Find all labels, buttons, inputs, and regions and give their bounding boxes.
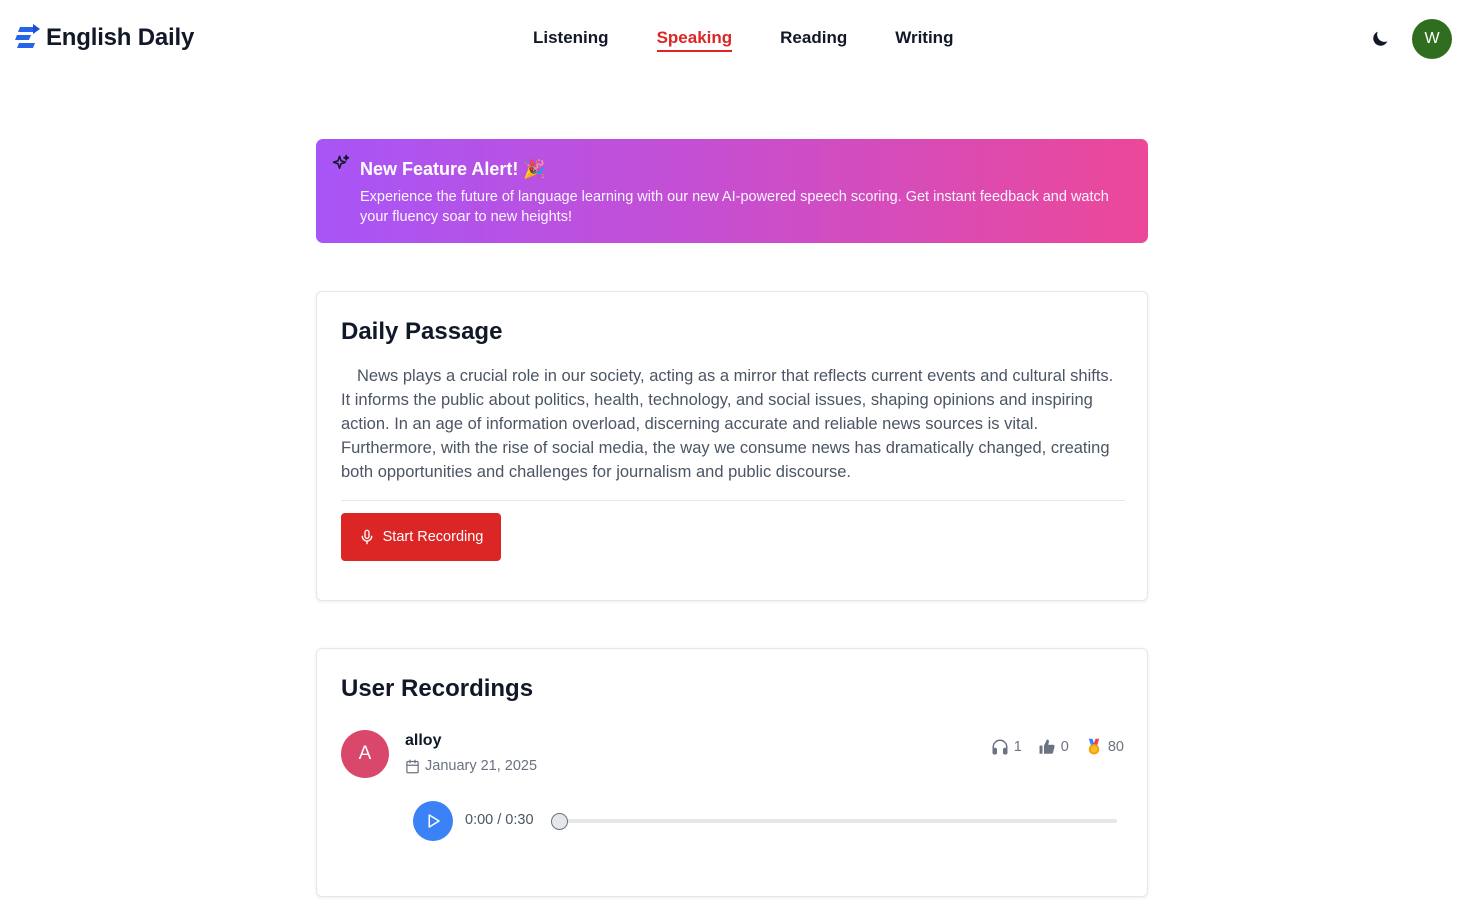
passage-title: Daily Passage [341,318,503,345]
divider [341,500,1125,501]
headphones-icon [992,739,1008,755]
feature-alert-banner: New Feature Alert! 🎉 Experience the futu… [316,139,1148,243]
user-avatar-initial: W [1424,30,1440,47]
start-recording-button[interactable]: Start Recording [341,513,501,561]
brand[interactable]: English Daily [14,24,194,52]
moon-icon[interactable] [1369,28,1391,50]
calendar-icon [406,759,419,773]
medal-icon [1088,738,1100,755]
audio-player: 0:00 / 0:30 [413,801,1125,841]
seek-slider[interactable] [551,813,1117,830]
thumbs-up-icon[interactable] [1038,738,1056,756]
sparkles-icon [332,154,350,169]
passage-text: News plays a crucial role in our society… [341,367,1114,481]
playback-time: 0:00 / 0:30 [465,812,534,828]
nav-speaking[interactable]: Speaking [656,28,733,52]
nav-reading[interactable]: Reading [780,28,847,52]
brand-logo-icon [15,24,40,48]
top-navigation-bar: English Daily Listening Speaking Reading… [0,0,1471,78]
recording-avatar-initial: A [358,743,372,764]
brand-name: English Daily [46,24,195,51]
user-avatar[interactable]: W [1412,19,1452,59]
listens-stat: 1 [991,738,1022,756]
banner-text: Experience the future of language learni… [360,189,1109,225]
recording-date: January 21, 2025 [405,758,537,774]
start-recording-label: Start Recording [382,529,484,545]
play-button[interactable] [413,801,453,841]
recording-avatar: A [341,730,389,778]
recording-username: alloy [405,732,442,749]
likes-count: 0 [1060,739,1069,755]
play-icon [428,814,440,828]
score-value: 80 [1107,739,1124,755]
daily-passage-card: Daily Passage News plays a crucial role … [316,291,1148,601]
main-nav: Listening Speaking Reading Writing [533,28,953,52]
likes-stat[interactable]: 0 [1038,738,1069,756]
recording-stats: 1 0 80 [991,738,1124,756]
recordings-title: User Recordings [341,675,534,702]
banner-title: New Feature Alert! 🎉 [360,159,546,179]
nav-listening[interactable]: Listening [533,28,609,52]
microphone-icon [361,529,372,545]
nav-writing[interactable]: Writing [895,28,953,52]
score-stat: 80 [1085,738,1124,756]
recording-date-text: January 21, 2025 [425,758,538,774]
user-recordings-card: User Recordings A alloy January 21, 2025… [316,648,1148,897]
listens-count: 1 [1013,739,1022,755]
seek-thumb[interactable] [551,813,568,830]
